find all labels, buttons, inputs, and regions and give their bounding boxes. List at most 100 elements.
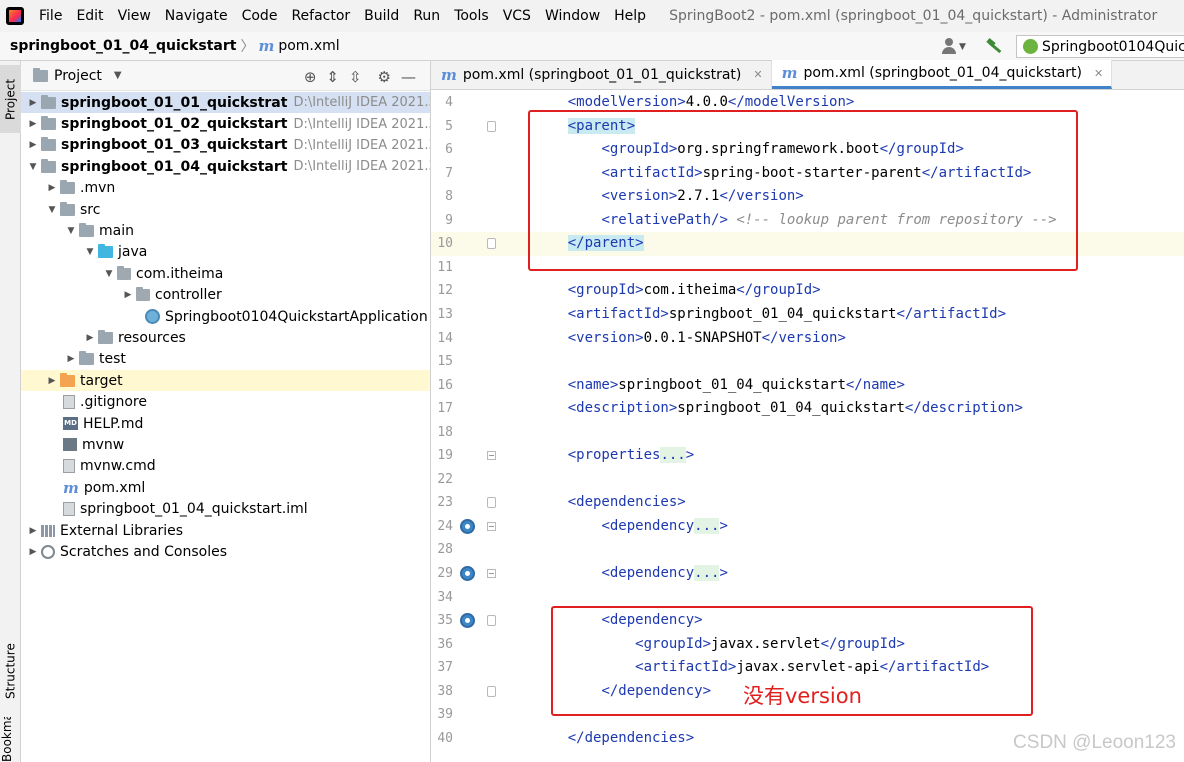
collapse-all-icon[interactable]: ⇳: [349, 68, 362, 86]
menu-vcs[interactable]: VCS: [496, 8, 538, 24]
tree-item[interactable]: Springboot0104QuickstartApplication: [21, 306, 430, 327]
expand-fold-icon[interactable]: [487, 521, 496, 531]
tree-item[interactable]: ▼ main: [21, 220, 430, 241]
structure-tool-tab[interactable]: Structure: [0, 631, 21, 711]
expand-fold-icon[interactable]: [487, 569, 496, 578]
code-line[interactable]: 19 <properties...>: [431, 444, 1184, 468]
chevron-down-icon[interactable]: ▼: [82, 247, 98, 257]
tree-item[interactable]: mvnw: [21, 434, 430, 455]
breadcrumb-file[interactable]: pom.xml: [278, 38, 339, 54]
chevron-down-icon[interactable]: ▼: [114, 70, 122, 81]
code-line[interactable]: 15: [431, 350, 1184, 374]
code-line[interactable]: 35 <dependency>: [431, 609, 1184, 633]
close-icon[interactable]: ✕: [1094, 67, 1103, 80]
chevron-right-icon[interactable]: ▶: [82, 333, 98, 343]
menu-refactor[interactable]: Refactor: [284, 8, 357, 24]
tree-item[interactable]: ▶ .mvn: [21, 178, 430, 199]
chevron-right-icon[interactable]: ▶: [25, 98, 41, 108]
chevron-down-icon[interactable]: ▼: [63, 226, 79, 236]
tree-item[interactable]: ▶ External Libraries: [21, 520, 430, 541]
tree-item[interactable]: m pom.xml: [21, 477, 430, 498]
project-tool-tab[interactable]: Project: [0, 65, 21, 133]
maven-dependency-gutter-icon[interactable]: [460, 613, 475, 629]
gear-icon[interactable]: ⚙: [378, 68, 391, 86]
user-account-icon[interactable]: ▼: [942, 37, 968, 57]
menu-build[interactable]: Build: [357, 8, 406, 24]
tree-item[interactable]: springboot_01_04_quickstart.iml: [21, 498, 430, 519]
code-line[interactable]: 16 <name>springboot_01_04_quickstart</na…: [431, 374, 1184, 398]
fold-marker-icon[interactable]: [487, 497, 496, 509]
code-line[interactable]: 4 <modelVersion>4.0.0</modelVersion>: [431, 91, 1184, 115]
code-line[interactable]: 37 <artifactId>javax.servlet-api</artifa…: [431, 656, 1184, 680]
menu-code[interactable]: Code: [235, 8, 285, 24]
code-line[interactable]: 14 <version>0.0.1-SNAPSHOT</version>: [431, 327, 1184, 351]
menu-view[interactable]: View: [111, 8, 158, 24]
build-hammer-icon[interactable]: [986, 38, 1004, 56]
code-line[interactable]: 29 <dependency...>: [431, 562, 1184, 586]
code-line[interactable]: 11: [431, 256, 1184, 280]
code-line[interactable]: 9 <relativePath/> <!-- lookup parent fro…: [431, 209, 1184, 233]
fold-marker-icon[interactable]: [487, 685, 496, 697]
code-line[interactable]: 17 <description>springboot_01_04_quickst…: [431, 397, 1184, 421]
close-icon[interactable]: ✕: [753, 68, 762, 81]
chevron-right-icon[interactable]: ▶: [44, 376, 60, 386]
chevron-right-icon[interactable]: ▶: [44, 183, 60, 193]
tree-item[interactable]: ▶ springboot_01_03_quickstart D:\IntelliJ …: [21, 135, 430, 156]
project-panel-title[interactable]: Project: [54, 68, 102, 84]
code-line[interactable]: 24 <dependency...>: [431, 515, 1184, 539]
chevron-right-icon[interactable]: ▶: [25, 140, 41, 150]
fold-marker-icon[interactable]: [487, 120, 496, 132]
tree-item[interactable]: ▼ com.itheima: [21, 263, 430, 284]
menu-window[interactable]: Window: [538, 8, 607, 24]
menu-file[interactable]: File: [32, 8, 69, 24]
tree-item[interactable]: MD HELP.md: [21, 413, 430, 434]
menu-run[interactable]: Run: [406, 8, 447, 24]
tree-item[interactable]: ▶ springboot_01_02_quickstart D:\IntelliJ …: [21, 113, 430, 134]
chevron-right-icon[interactable]: ▶: [25, 119, 41, 129]
code-line[interactable]: 34: [431, 586, 1184, 610]
tree-item[interactable]: .gitignore: [21, 391, 430, 412]
code-line[interactable]: 6 <groupId>org.springframework.boot</gro…: [431, 138, 1184, 162]
minimize-icon[interactable]: —: [401, 68, 416, 86]
tree-item[interactable]: ▶ Scratches and Consoles: [21, 541, 430, 562]
menu-tools[interactable]: Tools: [447, 8, 496, 24]
chevron-right-icon[interactable]: ▶: [25, 547, 41, 557]
tree-item[interactable]: ▶ test: [21, 349, 430, 370]
tree-item[interactable]: ▼ src: [21, 199, 430, 220]
tree-item[interactable]: ▶ controller: [21, 285, 430, 306]
breadcrumb-project[interactable]: springboot_01_04_quickstart: [10, 38, 236, 54]
tree-item[interactable]: ▼ java: [21, 242, 430, 263]
code-editor[interactable]: 4 <modelVersion>4.0.0</modelVersion> 5 <p…: [431, 91, 1184, 762]
tree-item[interactable]: ▼ springboot_01_04_quickstart D:\IntelliJ …: [21, 156, 430, 177]
maven-dependency-gutter-icon[interactable]: [460, 518, 475, 534]
expand-fold-icon[interactable]: [487, 451, 496, 461]
code-line[interactable]: 13 <artifactId>springboot_01_04_quicksta…: [431, 303, 1184, 327]
editor-tab-active[interactable]: m pom.xml (springboot_01_04_quickstart) …: [771, 60, 1113, 89]
expand-all-icon[interactable]: ⇕: [326, 68, 339, 86]
code-line[interactable]: 23 <dependencies>: [431, 491, 1184, 515]
fold-marker-icon[interactable]: [487, 238, 496, 250]
tree-item[interactable]: mvnw.cmd: [21, 456, 430, 477]
menu-edit[interactable]: Edit: [69, 8, 110, 24]
code-line[interactable]: 5 <parent>: [431, 115, 1184, 139]
code-line[interactable]: 18: [431, 421, 1184, 445]
chevron-down-icon[interactable]: ▼: [44, 205, 60, 215]
tree-item[interactable]: ▶ resources: [21, 327, 430, 348]
chevron-right-icon[interactable]: ▶: [25, 526, 41, 536]
code-line[interactable]: 36 <groupId>javax.servlet</groupId>: [431, 633, 1184, 657]
editor-tab[interactable]: m pom.xml (springboot_01_01_quickstrat) …: [431, 60, 772, 89]
code-line[interactable]: 10 </parent>: [431, 232, 1184, 256]
fold-marker-icon[interactable]: [487, 615, 496, 627]
menu-navigate[interactable]: Navigate: [158, 8, 235, 24]
tree-item[interactable]: ▶ springboot_01_01_quickstrat D:\IntelliJ …: [21, 92, 430, 114]
chevron-down-icon[interactable]: ▼: [101, 269, 117, 279]
chevron-right-icon[interactable]: ▶: [120, 290, 136, 300]
code-line[interactable]: 7 <artifactId>spring-boot-starter-parent…: [431, 162, 1184, 186]
code-line[interactable]: 8 <version>2.7.1</version>: [431, 185, 1184, 209]
locate-target-icon[interactable]: ⊕: [304, 68, 317, 86]
menu-help[interactable]: Help: [607, 8, 653, 24]
code-line[interactable]: 28: [431, 538, 1184, 562]
chevron-right-icon[interactable]: ▶: [63, 354, 79, 364]
run-configuration-select[interactable]: Springboot0104Quickstart: [1016, 35, 1184, 58]
tree-item[interactable]: ▶ target: [21, 370, 430, 392]
